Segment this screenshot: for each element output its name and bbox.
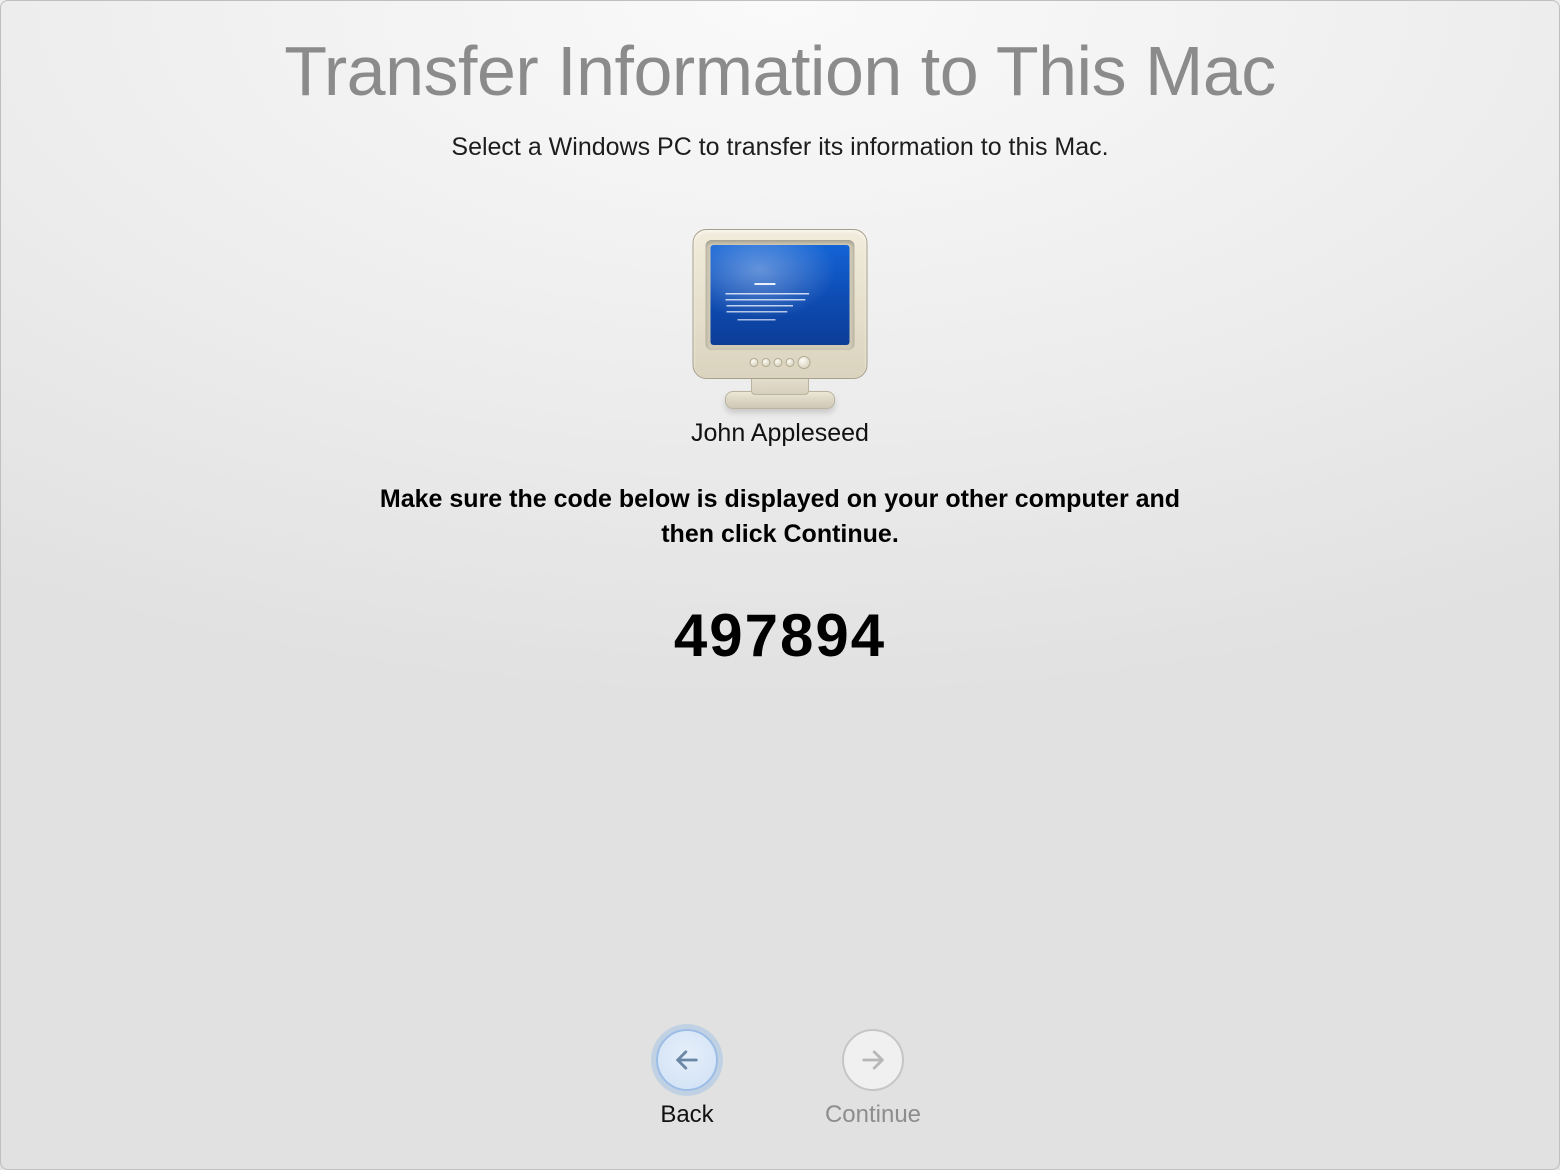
arrow-left-icon xyxy=(673,1046,701,1074)
pc-crt-icon xyxy=(690,229,870,409)
back-button[interactable] xyxy=(656,1029,718,1091)
continue-button[interactable] xyxy=(842,1029,904,1091)
arrow-right-icon xyxy=(859,1046,887,1074)
verification-code: 497894 xyxy=(1,601,1559,670)
page-subtitle: Select a Windows PC to transfer its info… xyxy=(1,133,1559,162)
continue-label: Continue xyxy=(823,1101,923,1129)
device-label: John Appleseed xyxy=(680,419,880,448)
device-item[interactable]: John Appleseed xyxy=(680,229,880,448)
bottom-nav: Back Continue xyxy=(637,1029,923,1129)
page-title: Transfer Information to This Mac xyxy=(1,31,1559,111)
back-label: Back xyxy=(637,1101,737,1129)
instruction-text: Make sure the code below is displayed on… xyxy=(370,482,1190,552)
